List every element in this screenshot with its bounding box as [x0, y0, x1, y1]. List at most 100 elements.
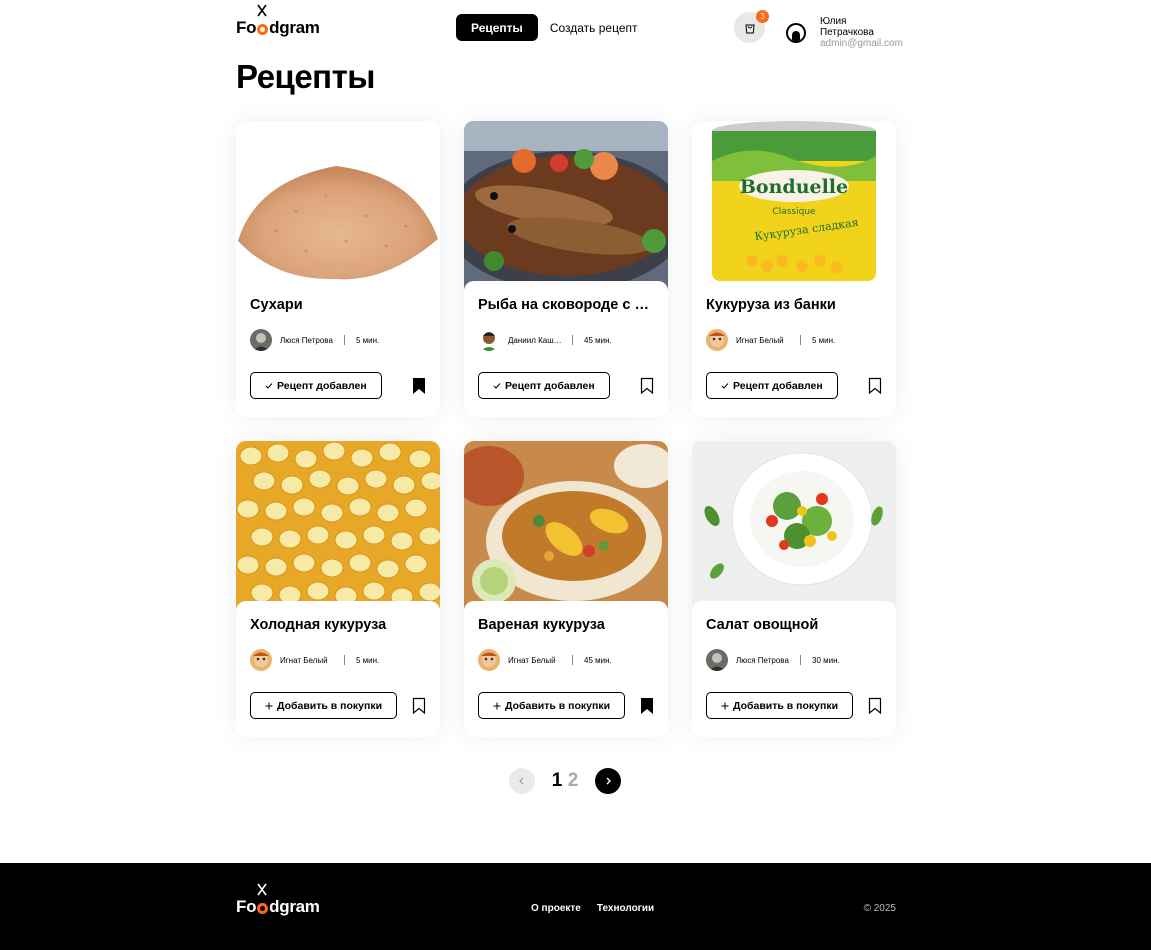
bookmark-outline-icon[interactable] [640, 377, 654, 395]
page-1[interactable]: 1 [549, 770, 565, 792]
recipe-card[interactable]: Сухари Люся Петрова 5 мин. Рецепт добавл… [236, 121, 440, 417]
next-page-button[interactable] [595, 768, 621, 794]
logo-o-icon [257, 903, 269, 914]
user-avatar-icon [786, 22, 806, 43]
meta-divider [800, 335, 801, 345]
bookmark-outline-icon[interactable] [868, 377, 882, 395]
cook-time: 45 мин. [584, 655, 612, 665]
previous-page-button[interactable] [509, 768, 535, 794]
cook-time: 30 мин. [812, 655, 840, 665]
page-title: Рецепты [236, 58, 375, 95]
author-name[interactable]: Люся Петрова [736, 656, 790, 665]
author-avatar [706, 649, 728, 671]
cart-button[interactable]: 3 [734, 10, 769, 43]
author-name[interactable]: Игнат Белый [736, 336, 790, 345]
author-avatar [706, 329, 728, 351]
footer: Fo dgram О проекте Технологии © 2025 [0, 863, 1151, 950]
recipe-card[interactable]: Холодная кукуруза Игнат Белый 5 мин. Доб… [236, 441, 440, 737]
add-to-shopping-button[interactable]: Добавить в покупки [706, 692, 854, 719]
action-label: Добавить в покупки [277, 699, 383, 712]
logo-text-start: Fo [236, 18, 257, 37]
author-name[interactable]: Даниил Кашин [508, 336, 562, 345]
cook-time: 5 мин. [812, 335, 836, 345]
footer-logo[interactable]: Fo dgram [236, 883, 320, 917]
chevron-right-icon [606, 777, 611, 785]
meta-divider [800, 655, 801, 665]
author-avatar [250, 649, 272, 671]
recipe-image[interactable] [236, 441, 440, 609]
user-profile[interactable]: Юлия Петрачкова admin@gmail.com [786, 16, 903, 49]
author-name[interactable]: Люся Петрова [280, 336, 334, 345]
recipe-title[interactable]: Салат овощной [706, 617, 882, 637]
check-icon [721, 382, 729, 389]
chevron-left-icon [519, 777, 524, 785]
bookmark-filled-icon[interactable] [412, 377, 426, 395]
recipe-image[interactable] [464, 121, 668, 289]
author-avatar [478, 329, 500, 351]
recipe-title[interactable]: Холодная кукуруза [250, 617, 426, 637]
recipe-added-button[interactable]: Рецепт добавлен [250, 372, 382, 399]
page-2[interactable]: 2 [565, 770, 581, 792]
logo-text-end: dgram [269, 18, 320, 37]
user-name: Юлия Петрачкова [819, 16, 874, 38]
cook-time: 5 мин. [356, 335, 380, 345]
footer-links: О проекте Технологии [531, 903, 654, 914]
nav-create-recipe[interactable]: Создать рецепт [550, 14, 638, 41]
recipe-title[interactable]: Кукуруза из банки [706, 297, 882, 317]
author-name[interactable]: Игнат Белый [508, 656, 562, 665]
recipe-card[interactable]: Рыба на сковороде с картошкой Даниил Каш… [464, 121, 668, 417]
meta-divider [572, 655, 573, 665]
add-to-shopping-button[interactable]: Добавить в покупки [250, 692, 398, 719]
bookmark-outline-icon[interactable] [412, 697, 426, 715]
meta-divider [344, 655, 345, 665]
add-to-shopping-button[interactable]: Добавить в покупки [478, 692, 626, 719]
header: Fo dgram Рецепты Создать рецепт 3 Юлия П… [236, 4, 903, 49]
recipe-image[interactable] [692, 441, 896, 609]
recipe-grid: Сухари Люся Петрова 5 мин. Рецепт добавл… [236, 121, 896, 737]
author-avatar [250, 329, 272, 351]
nav-recipes[interactable]: Рецепты [456, 14, 538, 41]
recipe-added-button[interactable]: Рецепт добавлен [478, 372, 610, 399]
footer-link-about[interactable]: О проекте [531, 903, 581, 914]
plus-icon [721, 702, 729, 709]
recipe-title[interactable]: Рыба на сковороде с картошкой [478, 297, 654, 317]
fork-icon [257, 883, 267, 896]
can-brand-text: Bonduelle [740, 176, 848, 198]
fork-icon [257, 4, 267, 17]
shopping-bag-icon [744, 24, 755, 33]
logo-o-icon [257, 24, 269, 35]
action-label: Добавить в покупки [505, 699, 611, 712]
logo[interactable]: Fo dgram [236, 4, 320, 38]
recipe-card[interactable]: Салат овощной Люся Петрова 30 мин. Добав… [692, 441, 896, 737]
action-label: Рецепт добавлен [505, 379, 595, 392]
pagination: 1 2 [509, 768, 621, 794]
check-icon [493, 382, 501, 389]
logo-text-start: Fo [236, 897, 257, 916]
recipe-title[interactable]: Вареная кукуруза [478, 617, 654, 637]
logo-text-end: dgram [269, 897, 320, 916]
plus-icon [265, 702, 273, 709]
action-label: Рецепт добавлен [277, 379, 367, 392]
user-email: admin@gmail.com [819, 38, 903, 49]
recipe-card[interactable]: Вареная кукуруза Игнат Белый 45 мин. Доб… [464, 441, 668, 737]
cook-time: 45 мин. [584, 335, 612, 345]
recipe-added-button[interactable]: Рецепт добавлен [706, 372, 838, 399]
main-nav: Рецепты Создать рецепт [456, 14, 638, 41]
bookmark-filled-icon[interactable] [640, 697, 654, 715]
recipe-image[interactable]: Bonduelle Classique Кукуруза сладкая [692, 121, 896, 289]
action-label: Рецепт добавлен [733, 379, 823, 392]
recipe-image[interactable] [464, 441, 668, 609]
author-name[interactable]: Игнат Белый [280, 656, 334, 665]
cook-time: 5 мин. [356, 655, 380, 665]
plus-icon [493, 702, 501, 709]
footer-link-technologies[interactable]: Технологии [597, 903, 654, 914]
bookmark-outline-icon[interactable] [868, 697, 882, 715]
recipe-card[interactable]: Bonduelle Classique Кукуруза сладкая Кук… [692, 121, 896, 417]
copyright: © 2025 [863, 903, 896, 914]
recipe-image[interactable] [236, 121, 440, 289]
recipe-title[interactable]: Сухари [250, 297, 426, 317]
meta-divider [344, 335, 345, 345]
meta-divider [572, 335, 573, 345]
check-icon [265, 382, 273, 389]
cart-count-badge: 3 [756, 10, 769, 23]
